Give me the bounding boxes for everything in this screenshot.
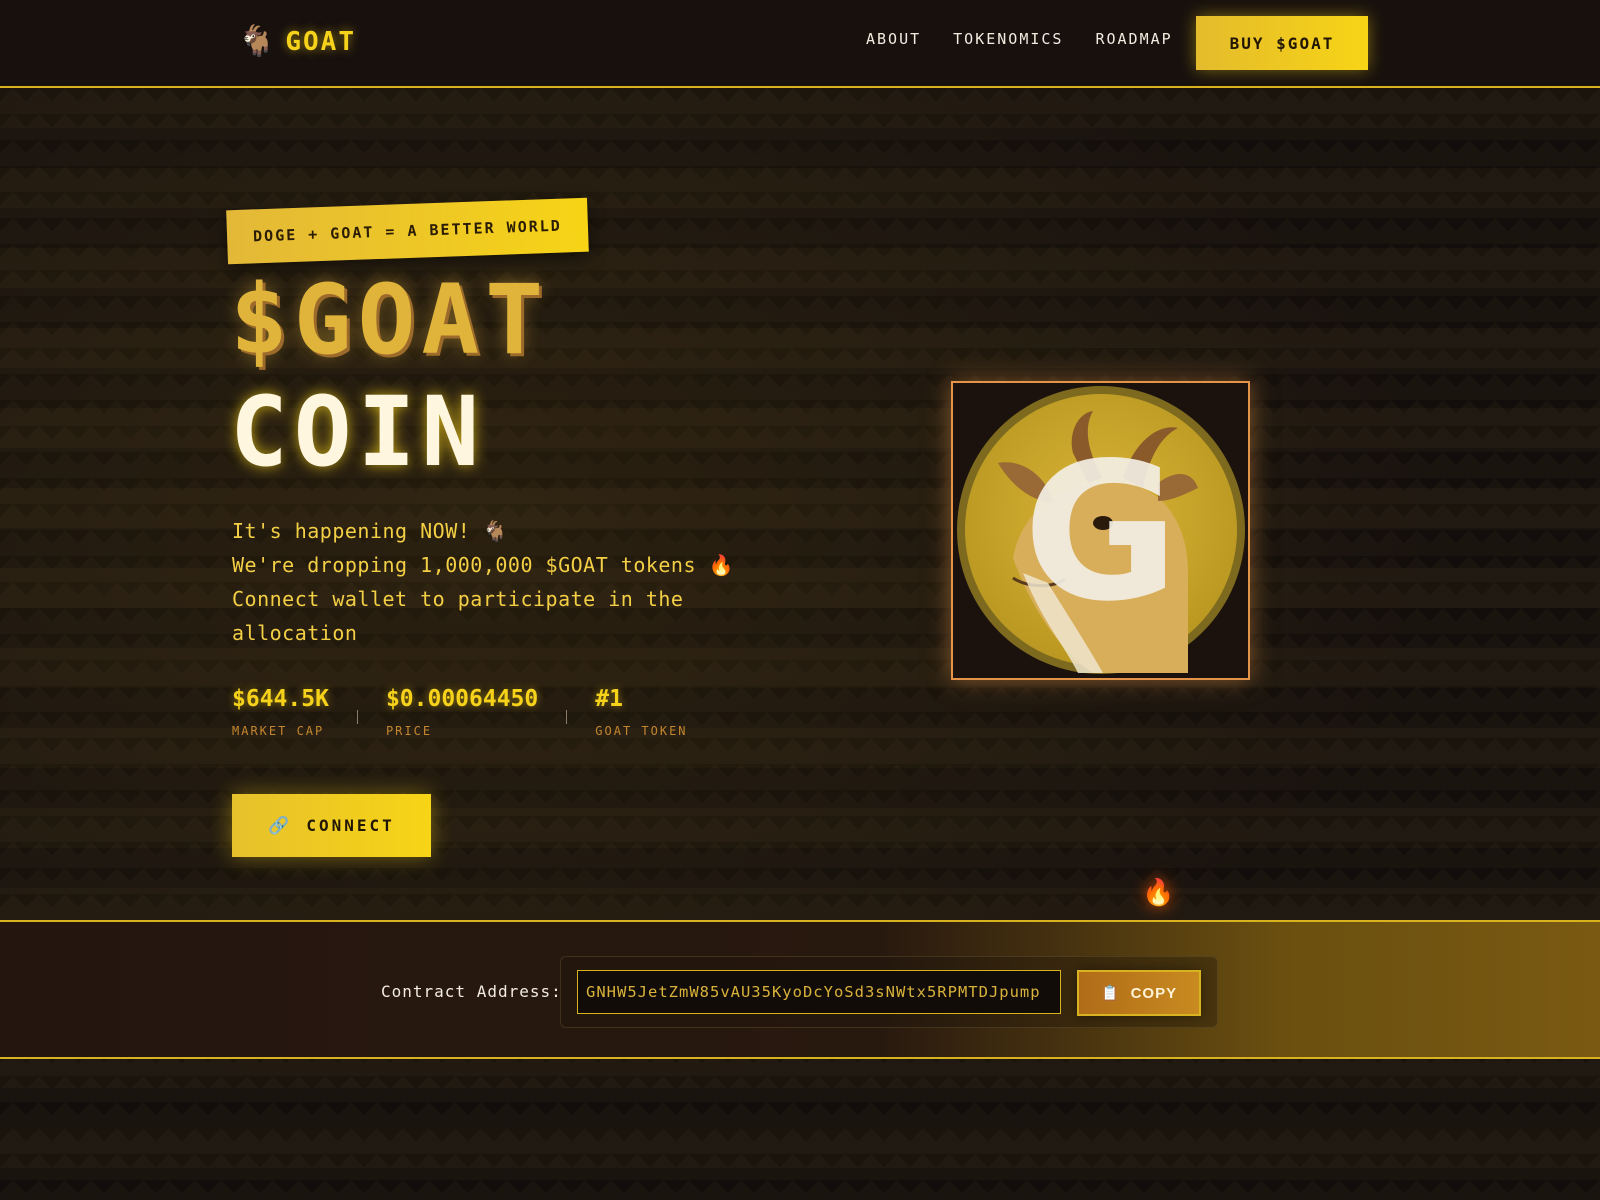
hero-title-ticker: $GOAT	[230, 264, 549, 376]
stat-value: $644.5K	[232, 686, 329, 712]
contract-address-field[interactable]	[577, 970, 1061, 1014]
logo-text: GOAT	[285, 27, 356, 57]
link-icon: 🔗	[268, 815, 293, 836]
hero-title-coin: COIN	[230, 376, 486, 488]
stat-divider	[566, 710, 568, 724]
connect-wallet-button[interactable]: 🔗 CONNECT	[232, 794, 431, 857]
nav-item-about[interactable]: ABOUT	[866, 30, 921, 48]
stat-value: $0.00064450	[385, 686, 539, 712]
token-stats: $644.5K MARKET CAP $0.00064450 PRICE #1 …	[232, 686, 688, 738]
clipboard-icon: 📋	[1100, 985, 1121, 1002]
hero-description: It's happening NOW! 🐐 We're dropping 1,0…	[232, 514, 752, 650]
buy-goat-button[interactable]: BUY $GOAT	[1196, 16, 1368, 70]
copy-button[interactable]: 📋 COPY	[1077, 970, 1201, 1016]
main-nav: ABOUT TOKENOMICS ROADMAP	[866, 30, 1173, 48]
stat-rank: #1 GOAT TOKEN	[595, 686, 687, 738]
site-header: 🐐 GOAT ABOUT TOKENOMICS ROADMAP BUY $GOA…	[0, 0, 1600, 88]
description-line: Connect wallet to participate in the all…	[232, 587, 684, 645]
contract-address-bar: Contract Address: 📋 COPY	[0, 920, 1600, 1059]
description-line: It's happening NOW! 🐐	[232, 519, 509, 543]
stat-label: PRICE	[385, 724, 433, 738]
stat-divider	[356, 710, 358, 724]
contract-address-box: 📋 COPY	[560, 956, 1218, 1028]
nav-item-tokenomics[interactable]: TOKENOMICS	[953, 30, 1063, 48]
stat-price: $0.00064450 PRICE	[386, 686, 538, 738]
nav-item-roadmap[interactable]: ROADMAP	[1095, 30, 1172, 48]
logo[interactable]: 🐐 GOAT	[238, 20, 356, 64]
fire-icon: 🔥	[1142, 878, 1175, 908]
stat-label: GOAT TOKEN	[595, 724, 688, 738]
goat-icon: 🐐	[238, 24, 276, 59]
goat-coin-image: G	[951, 381, 1250, 680]
coin-letter: G	[1023, 422, 1179, 643]
stat-label: MARKET CAP	[232, 724, 325, 738]
contract-address-label: Contract Address:	[381, 982, 562, 1001]
stat-market-cap: $644.5K MARKET CAP	[232, 686, 329, 738]
copy-label: COPY	[1130, 984, 1178, 1002]
connect-label: CONNECT	[306, 816, 395, 835]
description-line: We're dropping 1,000,000 $GOAT tokens 🔥	[232, 553, 734, 577]
goat-coin-illustration: G	[953, 383, 1248, 678]
stat-value: #1	[595, 686, 623, 712]
